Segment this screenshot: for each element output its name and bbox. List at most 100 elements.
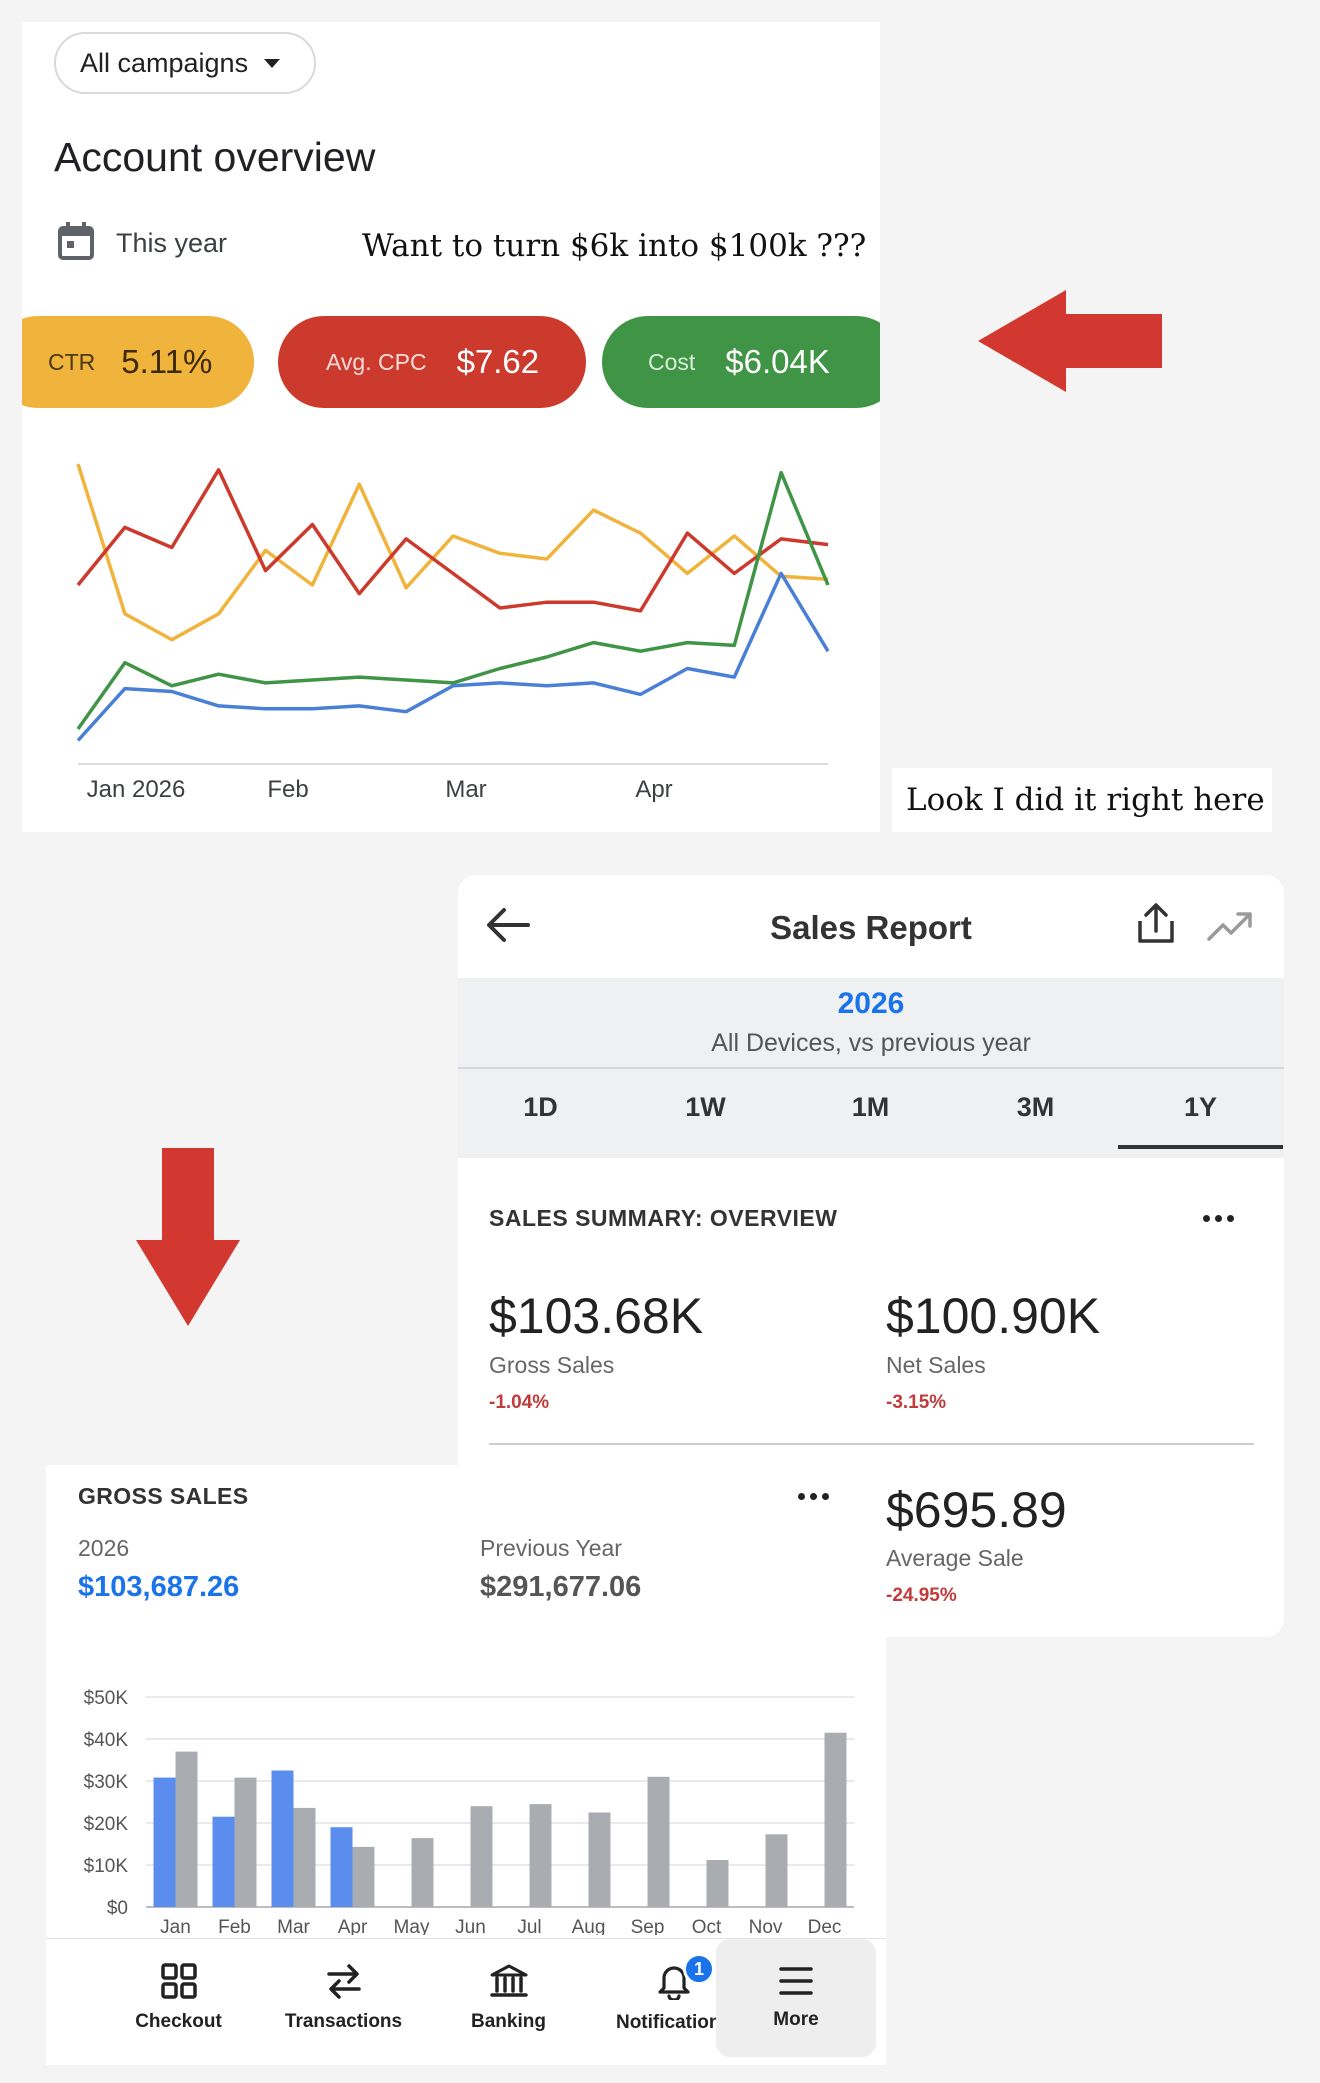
tab-1y[interactable]: 1Y [1118, 1069, 1283, 1149]
grid-icon [160, 1963, 197, 1999]
average-sale-change: -24.95% [886, 1585, 957, 1606]
performance-line-chart: Jan 2026 Feb Mar Apr [76, 463, 830, 803]
ads-overview-panel: All campaigns Account overview This year… [22, 22, 880, 832]
tab-3m[interactable]: 3M [953, 1069, 1118, 1145]
more-options-icon[interactable] [798, 1493, 829, 1500]
nav-label: Notifications [615, 2012, 732, 2033]
bar-previous-feb [234, 1777, 257, 1907]
kpi-value: $6.04K [725, 343, 830, 380]
x-tick-label: Jun [455, 1917, 486, 1935]
overlay-note: Want to turn $6k into $100k ??? [362, 228, 867, 264]
bar-current-jan [153, 1777, 176, 1907]
y-tick-label: $0 [107, 1898, 128, 1919]
tab-1d[interactable]: 1D [458, 1069, 623, 1145]
x-tick-label: Apr [635, 776, 672, 803]
report-comparison-label: All Devices, vs previous year [711, 1029, 1031, 1057]
bar-previous-nov [765, 1834, 788, 1907]
share-icon[interactable] [1134, 901, 1178, 947]
x-tick-label: Mar [445, 776, 486, 803]
gross-sales-title: GROSS SALES [78, 1483, 249, 1509]
more-options-icon[interactable] [1203, 1215, 1234, 1222]
x-tick-label: Mar [277, 1917, 310, 1935]
trend-icon[interactable] [1206, 909, 1256, 943]
y-tick-label: $20K [84, 1814, 129, 1835]
bank-icon [489, 1964, 528, 1997]
x-tick-label: May [394, 1917, 430, 1935]
chevron-down-icon [264, 58, 281, 68]
average-sale-value: $695.89 [886, 1482, 1067, 1538]
tab-1m[interactable]: 1M [788, 1069, 953, 1145]
y-tick-label: $50K [84, 1688, 129, 1709]
current-period-label: 2026 [78, 1535, 130, 1561]
x-tick-label: Apr [338, 1917, 368, 1935]
kpi-cost-chip[interactable]: Cost $6.04K [602, 316, 880, 408]
x-tick-label: Aug [572, 1917, 606, 1935]
bar-previous-jun [470, 1806, 493, 1907]
range-tabs: 1D 1W 1M 3M 1Y [458, 1067, 1284, 1149]
nav-banking[interactable]: Banking [426, 1939, 591, 2057]
x-tick-label: Oct [692, 1917, 722, 1935]
x-tick-label: Jan [160, 1917, 191, 1935]
y-tick-label: $40K [84, 1730, 129, 1751]
gross-sales-bar-chart: $0 $10K $20K $30K $40K $50K Jan Feb Mar Apr May Jun… [84, 1688, 854, 1935]
kpi-label: Cost [648, 348, 696, 375]
bar-previous-sep [647, 1776, 670, 1907]
average-sale-label: Average Sale [886, 1545, 1024, 1571]
nav-label: Banking [471, 2011, 546, 2032]
x-tick-label: Feb [218, 1917, 251, 1935]
menu-icon [779, 1967, 813, 1995]
x-tick-label: Jul [517, 1917, 541, 1935]
notification-badge: 1 [683, 1953, 715, 1985]
report-year[interactable]: 2026 [458, 987, 1284, 1021]
nav-transactions[interactable]: Transactions [261, 1939, 426, 2057]
current-period-value: $103,687.26 [78, 1571, 240, 1603]
date-range-label[interactable]: This year [116, 228, 227, 259]
x-tick-label: Dec [808, 1917, 842, 1935]
x-tick-label: Feb [267, 776, 308, 803]
net-sales-value: $100.90K [886, 1288, 1101, 1344]
bar-previous-may [411, 1838, 434, 1907]
nav-checkout[interactable]: Checkout [96, 1939, 261, 2057]
bar-previous-oct [706, 1860, 729, 1907]
bar-previous-dec [824, 1732, 847, 1907]
line-series-1 [76, 468, 829, 613]
bar-previous-mar [293, 1807, 316, 1907]
tab-1w[interactable]: 1W [623, 1069, 788, 1145]
x-tick-label: Nov [749, 1917, 783, 1935]
bar-current-mar [271, 1770, 294, 1907]
kpi-avg-cpc-chip[interactable]: Avg. CPC $7.62 [278, 316, 586, 408]
gross-sales-panel: GROSS SALES 2026 $103,687.26 Previous Ye… [46, 1465, 886, 2065]
previous-period-label: Previous Year [480, 1535, 622, 1561]
calendar-icon[interactable] [58, 222, 94, 260]
net-sales-change: -3.15% [886, 1392, 947, 1413]
bar-previous-jan [175, 1751, 198, 1907]
bar-current-feb [212, 1816, 235, 1907]
gross-sales-change: -1.04% [489, 1392, 550, 1413]
campaign-filter-dropdown[interactable]: All campaigns [54, 32, 316, 94]
side-note: Look I did it right here [892, 768, 1272, 832]
nav-label: Checkout [135, 2011, 222, 2032]
kpi-value: 5.11% [121, 343, 213, 380]
divider [489, 1443, 1254, 1445]
x-tick-label: Sep [631, 1917, 665, 1935]
red-arrow-down-icon [136, 1148, 240, 1326]
previous-period-value: $291,677.06 [480, 1571, 642, 1603]
nav-label: More [773, 2009, 819, 2030]
campaign-filter-label: All campaigns [80, 47, 249, 78]
kpi-ctr-chip[interactable]: CTR 5.11% [22, 316, 254, 408]
kpi-label: CTR [48, 348, 96, 375]
kpi-value: $7.62 [456, 343, 540, 380]
swap-icon [326, 1964, 361, 1999]
kpi-label: Avg. CPC [326, 348, 427, 375]
summary-card-title: SALES SUMMARY: OVERVIEW [489, 1205, 838, 1231]
gross-sales-value: $103.68K [489, 1288, 704, 1344]
x-tick-label: Jan 2026 [87, 776, 186, 803]
nav-more[interactable]: More [716, 1939, 876, 2057]
line-series-2 [76, 470, 830, 731]
y-tick-label: $10K [84, 1856, 129, 1877]
nav-label: Transactions [284, 2011, 403, 2032]
red-arrow-left-icon [978, 290, 1162, 392]
net-sales-label: Net Sales [886, 1352, 986, 1378]
line-series-3 [76, 571, 830, 742]
gross-sales-label: Gross Sales [489, 1352, 615, 1378]
